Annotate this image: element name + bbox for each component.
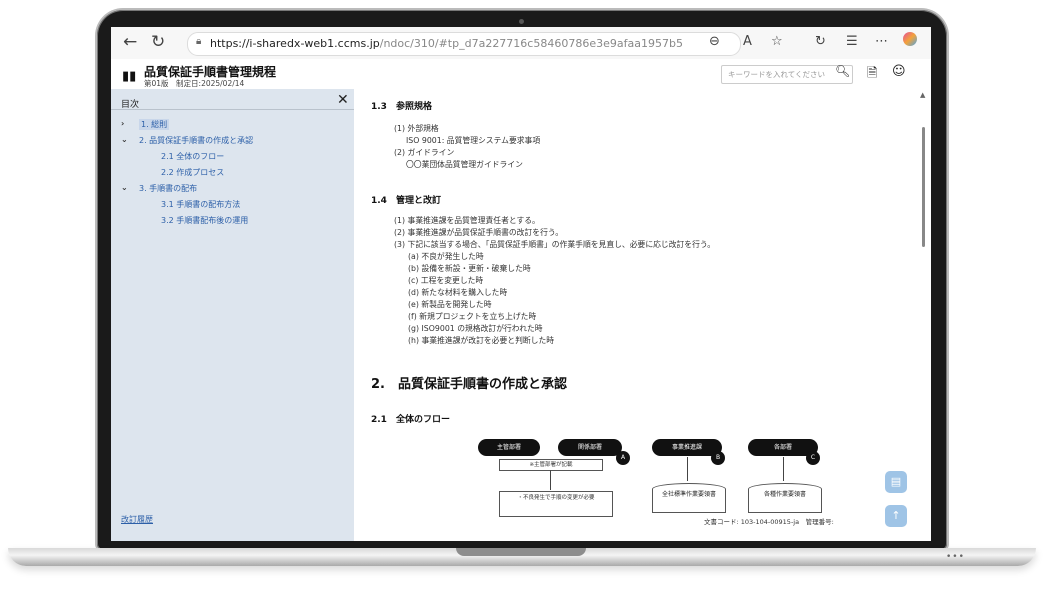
paragraph: (1) 事業推進課を品質管理責任者とする。 bbox=[394, 216, 540, 225]
paragraph: (1) 外部規格 bbox=[394, 124, 439, 133]
flow-arrow bbox=[783, 457, 784, 481]
pdf-download-icon[interactable]: 🗎 bbox=[867, 64, 877, 86]
address-bar[interactable]: 🔒︎ https://i-sharedx-web1.ccms.jp/ndoc/3… bbox=[187, 32, 741, 56]
reload-icon[interactable]: ↻ bbox=[151, 32, 165, 52]
section-2-1-title: 2.1 全体のフロー bbox=[371, 415, 450, 425]
scrollbar[interactable]: ▲ bbox=[917, 89, 931, 541]
scroll-thumb[interactable] bbox=[922, 127, 925, 247]
paragraph: (2) ガイドライン bbox=[394, 148, 455, 157]
chevron-down-icon[interactable]: ⌄ bbox=[121, 135, 128, 144]
list-item: (h) 事業推進課が改訂を必要と判断した時 bbox=[408, 336, 555, 345]
flow-box: ・不良発生で手順の変更が必要 bbox=[499, 491, 613, 517]
indicator-lights: ••• bbox=[946, 552, 965, 562]
flow-connector-b: B bbox=[711, 451, 725, 465]
laptop-notch bbox=[456, 548, 586, 556]
toc-item-2-2[interactable]: 2.2 作成プロセス bbox=[161, 167, 224, 178]
user-icon[interactable]: ☺ bbox=[892, 64, 906, 79]
search-input[interactable]: キーワードを入れてください bbox=[721, 65, 853, 84]
list-item: (e) 新製品を開発した時 bbox=[408, 300, 492, 309]
revision-history-link[interactable]: 改訂履歴 bbox=[121, 514, 153, 525]
favorite-star-icon[interactable]: ☆ bbox=[771, 34, 783, 49]
flow-node-related-dept: 関係部署 bbox=[558, 439, 622, 456]
toc-item-2[interactable]: 2. 品質保証手順書の作成と承認 bbox=[139, 135, 253, 146]
list-item: (c) 工程を変更した時 bbox=[408, 276, 484, 285]
toc-item-1[interactable]: 1. 総則 bbox=[139, 119, 170, 130]
flow-database: 各種作業要領書 bbox=[748, 483, 822, 513]
toc-sidebar: 目次 ✕ › 1. 総則 ⌄ 2. 品質保証手順書の作成と承認 2.1 全体のフ… bbox=[111, 89, 354, 541]
copilot-icon[interactable] bbox=[903, 32, 917, 46]
scroll-top-icon[interactable]: ↑ bbox=[885, 505, 907, 527]
flow-arrow bbox=[550, 470, 551, 490]
url-text: https://i-sharedx-web1.ccms.jp/ndoc/310/… bbox=[210, 37, 683, 50]
section-2-title: 2. 品質保証手順書の作成と承認 bbox=[371, 377, 567, 392]
toc-item-3-2[interactable]: 3.2 手順書配布後の運用 bbox=[161, 215, 248, 226]
flow-node-main-dept: 主管部署 bbox=[478, 439, 540, 456]
paragraph: ISO 9001: 品質管理システム要求事項 bbox=[406, 136, 541, 145]
list-item: (f) 新規プロジェクトを立ち上げた時 bbox=[408, 312, 537, 321]
section-1-4-title: 1.4 管理と改訂 bbox=[371, 196, 441, 206]
toc-divider bbox=[111, 109, 354, 110]
search-placeholder: キーワードを入れてください bbox=[728, 70, 826, 79]
more-menu-icon[interactable]: ⋯ bbox=[875, 34, 888, 49]
section-1-3-title: 1.3 参照規格 bbox=[371, 102, 432, 112]
flow-connector-c: C bbox=[806, 451, 820, 465]
paragraph: (2) 事業推進課が品質保証手順書の改訂を行う。 bbox=[394, 228, 563, 237]
flow-connector-a: A bbox=[616, 451, 630, 465]
list-item: (g) ISO9001 の規格改訂が行われた時 bbox=[408, 324, 543, 333]
paragraph: (3) 下記に該当する場合、「品質保証手順書」の作業手順を見直し、必要に応じ改訂… bbox=[394, 240, 716, 249]
list-item: (a) 不良が発生した時 bbox=[408, 252, 484, 261]
favorites-list-icon[interactable]: ☰ bbox=[846, 34, 858, 49]
screen: ← ↻ 🔒︎ https://i-sharedx-web1.ccms.jp/nd… bbox=[111, 27, 931, 541]
chevron-down-icon[interactable]: ⌄ bbox=[121, 183, 128, 192]
close-icon[interactable]: ✕ bbox=[337, 92, 349, 108]
toc-item-2-1[interactable]: 2.1 全体のフロー bbox=[161, 151, 224, 162]
flow-arrow bbox=[687, 457, 688, 481]
app-header: ▮▮ 品質保証手順書管理規程 第01版 制定日:2025/02/14 キーワード… bbox=[111, 59, 931, 89]
flow-database: 全社標準作業要領書 bbox=[652, 483, 726, 513]
lock-icon: 🔒︎ bbox=[196, 36, 202, 47]
back-icon[interactable]: ← bbox=[123, 32, 137, 52]
document-subtitle: 第01版 制定日:2025/02/14 bbox=[144, 79, 245, 88]
toc-item-3-1[interactable]: 3.1 手順書の配布方法 bbox=[161, 199, 240, 210]
search-icon[interactable]: 🔍︎ bbox=[835, 64, 850, 78]
camera-icon bbox=[519, 19, 524, 24]
list-item: (b) 設備を新設・更新・破棄した時 bbox=[408, 264, 531, 273]
chevron-right-icon[interactable]: › bbox=[121, 119, 124, 128]
document-content: 1.3 参照規格 (1) 外部規格 ISO 9001: 品質管理システム要求事項… bbox=[354, 89, 917, 541]
scroll-up-icon[interactable]: ▲ bbox=[920, 91, 925, 99]
toc-item-3[interactable]: 3. 手順書の配布 bbox=[139, 183, 197, 194]
comment-icon[interactable]: ▤ bbox=[885, 471, 907, 493]
document-code: 文書コード: 103-104-00915-ja 管理番号: bbox=[704, 518, 834, 526]
extensions-icon[interactable]: ↻ bbox=[815, 34, 826, 49]
paragraph: 〇〇業団体品質管理ガイドライン bbox=[406, 160, 523, 169]
read-aloud-icon[interactable]: A bbox=[743, 34, 752, 49]
list-item: (d) 新たな材料を購入した時 bbox=[408, 288, 508, 297]
zoom-icon[interactable]: ⊖ bbox=[709, 34, 720, 49]
flow-note: ※主管部署が記載 bbox=[499, 459, 603, 471]
book-icon: ▮▮ bbox=[122, 69, 137, 84]
browser-toolbar: ← ↻ 🔒︎ https://i-sharedx-web1.ccms.jp/nd… bbox=[111, 27, 931, 60]
